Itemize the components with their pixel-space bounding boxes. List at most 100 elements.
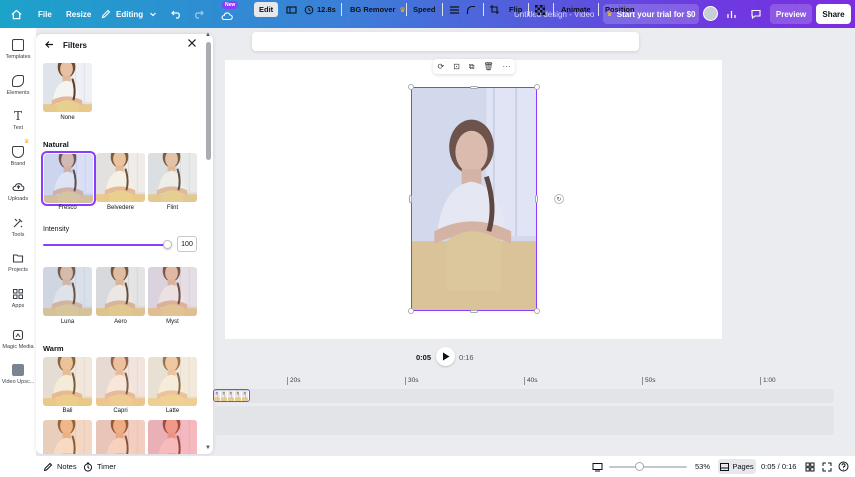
notes-button[interactable]: Notes [43,456,77,477]
notes-icon [43,462,53,471]
speed-button[interactable]: Speed [413,0,436,19]
ruler-label: 20s [290,377,301,384]
resize-handle-bottom-right[interactable] [534,308,540,314]
filter-belvedere-thumbnail[interactable] [96,153,145,202]
position-button[interactable]: Position [605,0,635,19]
filter-aero-thumbnail[interactable] [96,267,145,316]
play-button[interactable] [436,347,455,366]
ruler-tick [760,377,761,385]
duplicate-icon[interactable]: ⧉ [469,62,475,72]
resize-handle-bottom-left[interactable] [408,308,414,314]
video-track[interactable] [213,389,834,403]
crop-tool-button[interactable] [489,0,500,19]
flip-button[interactable]: Flip [509,0,522,19]
file-menu[interactable]: File [38,0,52,28]
preview-button[interactable]: Preview [770,4,812,24]
screen-icon [592,462,603,471]
resize-handle-right[interactable] [535,195,538,203]
ruler-label: 1:00 [763,377,776,384]
undo-button[interactable] [171,0,182,28]
transparency-button[interactable] [535,0,545,19]
resize-menu[interactable]: Resize [66,0,91,28]
portrait-image [235,390,241,401]
filter-warm-4-thumbnail[interactable] [43,420,92,454]
rail-item-brand[interactable]: Brand [0,146,36,167]
intensity-slider-handle[interactable] [163,240,172,249]
intensity-value-input[interactable]: 100 [177,236,197,252]
fit-screen-button[interactable] [592,456,603,477]
sync-status-button[interactable] [221,0,233,28]
filter-latte-thumbnail[interactable] [148,357,197,406]
resize-handle-bottom[interactable] [470,310,478,313]
fullscreen-button[interactable] [822,456,832,477]
trash-icon[interactable]: 🗑︎ [483,62,493,71]
home-button[interactable] [11,0,22,28]
rail-item-video-upscaler[interactable]: Video Upsc... [0,364,36,385]
rail-item-elements[interactable]: Elements [0,75,36,96]
edit-button[interactable]: Edit [254,2,279,17]
ruler-label: 50s [645,377,656,384]
comments-button[interactable] [750,0,762,28]
rail-label: Elements [6,90,30,96]
filter-fresco-thumbnail[interactable] [41,151,96,206]
corner-rounding-button[interactable] [466,0,476,19]
avatar[interactable] [703,6,718,21]
filter-warm-6-thumbnail[interactable] [148,420,197,454]
grid-view-button[interactable] [805,456,815,477]
filter-capri-thumbnail[interactable] [96,357,145,406]
close-icon[interactable] [187,38,197,48]
filter-luna-thumbnail[interactable] [43,267,92,316]
filter-flint-thumbnail[interactable] [148,153,197,202]
rail-item-projects[interactable]: Projects [0,252,36,273]
back-arrow-icon[interactable] [44,39,55,50]
rail-label: Tools [11,232,25,238]
lock-icon[interactable]: ⊡ [453,62,460,71]
editing-mode-dropdown[interactable]: Editing [101,0,157,28]
filter-myst-thumbnail[interactable] [148,267,197,316]
filter-none-thumbnail[interactable] [43,63,92,112]
transparency-checker-icon [535,4,545,15]
rail-item-apps[interactable]: Apps [0,288,36,309]
crop-button[interactable] [286,0,297,19]
duration-button[interactable]: 12.8s [304,0,336,19]
intensity-slider-track[interactable] [43,244,167,246]
zoom-slider-handle[interactable] [635,462,644,471]
rail-item-text[interactable]: T Text [0,110,36,131]
animate-button[interactable]: Animate [561,0,591,19]
filter-warm-5-thumbnail[interactable] [96,420,145,454]
redo-button[interactable] [193,0,204,28]
panel-scrollbar-thumb[interactable] [206,42,211,160]
selected-video-element[interactable] [411,87,537,311]
zoom-level[interactable]: 53% [695,456,710,477]
ai-edit-icon[interactable]: ⟳ [437,62,444,71]
rail-item-tools[interactable]: Tools [0,217,36,238]
resize-handle-left[interactable] [409,195,412,203]
pages-button[interactable]: Pages [718,459,756,474]
rotate-icon[interactable]: ↻ [554,194,564,204]
rail-item-uploads[interactable]: Uploads [0,181,36,202]
resize-handle-top-right[interactable] [534,84,540,90]
more-options-icon[interactable]: ··· [503,62,511,71]
clip-frame [228,390,235,401]
rail-item-templates[interactable]: Templates [0,39,36,60]
insights-button[interactable] [726,0,737,28]
border-style-button[interactable] [449,0,460,19]
resize-handle-top-left[interactable] [408,84,414,90]
toolbar-divider [483,3,484,16]
share-button[interactable]: Share [816,4,851,24]
help-button[interactable] [838,456,849,477]
scroll-up-arrow[interactable]: ▲ [205,32,211,38]
zoom-slider-track[interactable] [609,466,687,468]
audio-track[interactable] [213,406,834,435]
folder-icon [12,254,24,263]
crop-icon [490,5,499,14]
portrait-image [148,357,197,406]
scroll-down-arrow[interactable]: ▼ [205,445,211,451]
resize-handle-top[interactable] [470,86,478,89]
bg-remover-button[interactable]: BG Remover ♛ [350,0,406,19]
video-clip[interactable] [213,389,250,402]
filter-bali-thumbnail[interactable] [43,357,92,406]
timer-button[interactable]: Timer [83,456,116,477]
apps-grid-icon [13,289,23,299]
rail-item-magic-media[interactable]: Magic Media [0,329,36,350]
